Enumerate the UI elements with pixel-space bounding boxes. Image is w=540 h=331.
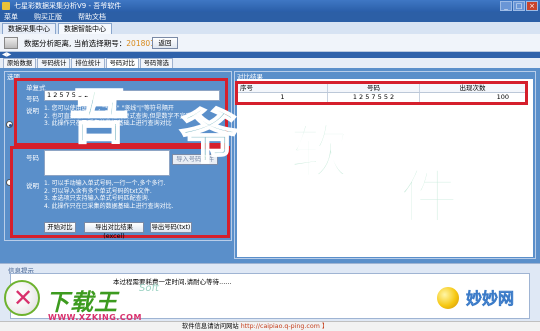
tab-position-stats[interactable]: 排位统计 [71, 58, 105, 68]
menu-item-buy[interactable]: 购买正版 [34, 12, 62, 22]
miaomiao-logo: 妙妙网 MIAOMIAOWANG [432, 283, 537, 323]
import-number-textarea[interactable] [44, 150, 170, 176]
menu-item-help[interactable]: 帮助文档 [78, 12, 106, 22]
single-number-input[interactable]: 1 2 5 7 5 5 2 [44, 90, 220, 101]
collapse-arrows-icon[interactable]: ◀▶ [2, 51, 11, 58]
toolbar-icon [4, 37, 18, 49]
row-count: 100 [496, 93, 509, 101]
import-description: 1. 可以手动输入单式号码,一行一个,多个多行. 2. 可以导入含有多个单式号码… [44, 180, 224, 210]
tab-number-filter[interactable]: 号码筛选 [139, 58, 173, 68]
import-desc-label: 说明 [26, 182, 39, 190]
results-grid[interactable] [237, 79, 533, 257]
table-row[interactable]: 1 1 2 5 7 5 5 2 100 [238, 93, 525, 102]
col-index-header[interactable]: 序号 [238, 84, 328, 92]
xzking-soft: Soft [139, 283, 159, 294]
single-description: 1. 您可以使用逗号" , "空格" "竖线"|"等符号隔开 2. 也可直接输入… [44, 105, 224, 128]
import-number-label: 号码 [26, 154, 39, 162]
single-desc-line-2: 2. 也可直接输入多个数字进行复式查询,但是数字不宜重复 [44, 112, 198, 120]
close-button[interactable]: × [526, 1, 538, 11]
minimize-button[interactable]: _ [500, 1, 512, 11]
import-desc-line-2: 2. 可以导入含有多个单式号码的txt文件. [44, 187, 152, 195]
toolbar: 数据分析距离, 当前选择期号：2018016 返回 [0, 34, 540, 52]
window-title: 七星彩数据采集分析V9 - 吾爷软件 [14, 2, 122, 10]
app-icon [2, 2, 10, 10]
menu-bar: 菜单 购买正版 帮助文档 [0, 12, 540, 22]
title-bar: 七星彩数据采集分析V9 - 吾爷软件 _ □ × [0, 0, 540, 12]
single-desc-line-3: 3. 此操作只在已采集的数据基础上进行查询对比 [44, 120, 172, 127]
import-desc-line-1: 1. 可以手动输入单式号码,一行一个,多个多行. [44, 180, 166, 187]
status-suffix: 】 [321, 323, 329, 330]
tab-number-stats[interactable]: 号码统计 [37, 58, 71, 68]
tab-data-intelligence[interactable]: 数据智能中心 [58, 23, 112, 34]
single-group-title: 单复式 [26, 84, 46, 92]
row-number: 1 2 5 7 5 5 2 [328, 93, 420, 102]
export-txt-button[interactable]: 导出号码(txt) [150, 222, 192, 233]
xzking-x-icon [4, 280, 40, 316]
xzking-logo: 下载王 Soft WWW.XZKING.COM [2, 279, 162, 329]
export-excel-button[interactable]: 导出对比结果(excel) [84, 222, 144, 240]
miaomiao-pinyin: MIAOMIAOWANG [456, 311, 517, 319]
start-compare-button[interactable]: 开始对比 [44, 222, 76, 233]
xzking-name: 下载王 [46, 290, 118, 316]
single-desc-line-1: 1. 您可以使用逗号" , "空格" "竖线"|"等符号隔开 [44, 105, 174, 112]
top-tab-bar: 数据采集中心 数据智能中心 [0, 22, 540, 34]
single-desc-label: 说明 [26, 107, 39, 115]
sub-tab-bar: 原始数据 号码统计 排位统计 号码对比 号码筛选 [0, 58, 540, 68]
import-desc-line-3: 3. 本选项只支持输入单式号码匹配查询. [44, 195, 150, 202]
status-link[interactable]: http://caipiao.q-ping.com [241, 323, 320, 330]
single-mode-radio[interactable] [6, 121, 13, 128]
issue-label-prefix: 数据分析距离, 当前选择期号： [24, 39, 127, 48]
main-panel: 选项 单复式 号码 1 2 5 7 5 5 2 说明 1. 您可以使用逗号" ,… [0, 68, 540, 263]
miaomiao-name: 妙妙网 [466, 289, 515, 309]
tab-raw-data[interactable]: 原始数据 [3, 58, 37, 68]
window-controls: _ □ × [500, 1, 538, 11]
import-file-button[interactable]: 导入号码文件 [172, 154, 218, 165]
menu-item-menu[interactable]: 菜单 [4, 12, 18, 22]
results-header: 序号 号码 出现次数 [238, 84, 525, 93]
col-count-header[interactable]: 出现次数 [420, 84, 525, 92]
tab-data-collection[interactable]: 数据采集中心 [2, 23, 56, 34]
xzking-url: WWW.XZKING.COM [48, 313, 142, 322]
tab-number-compare[interactable]: 号码对比 [105, 58, 139, 68]
row-index: 1 [238, 93, 328, 102]
miaomiao-ball-icon [435, 285, 461, 311]
maximize-button[interactable]: □ [513, 1, 525, 11]
col-number-header[interactable]: 号码 [328, 84, 420, 92]
issue-label: 数据分析距离, 当前选择期号：2018016 [24, 38, 160, 49]
import-desc-line-4: 4. 此操作只在已采集的数据基础上进行查询对比. [44, 202, 174, 210]
return-button[interactable]: 返回 [152, 37, 178, 49]
single-number-label: 号码 [26, 95, 39, 103]
status-prefix: 软件信息请访问网站 [182, 323, 239, 330]
